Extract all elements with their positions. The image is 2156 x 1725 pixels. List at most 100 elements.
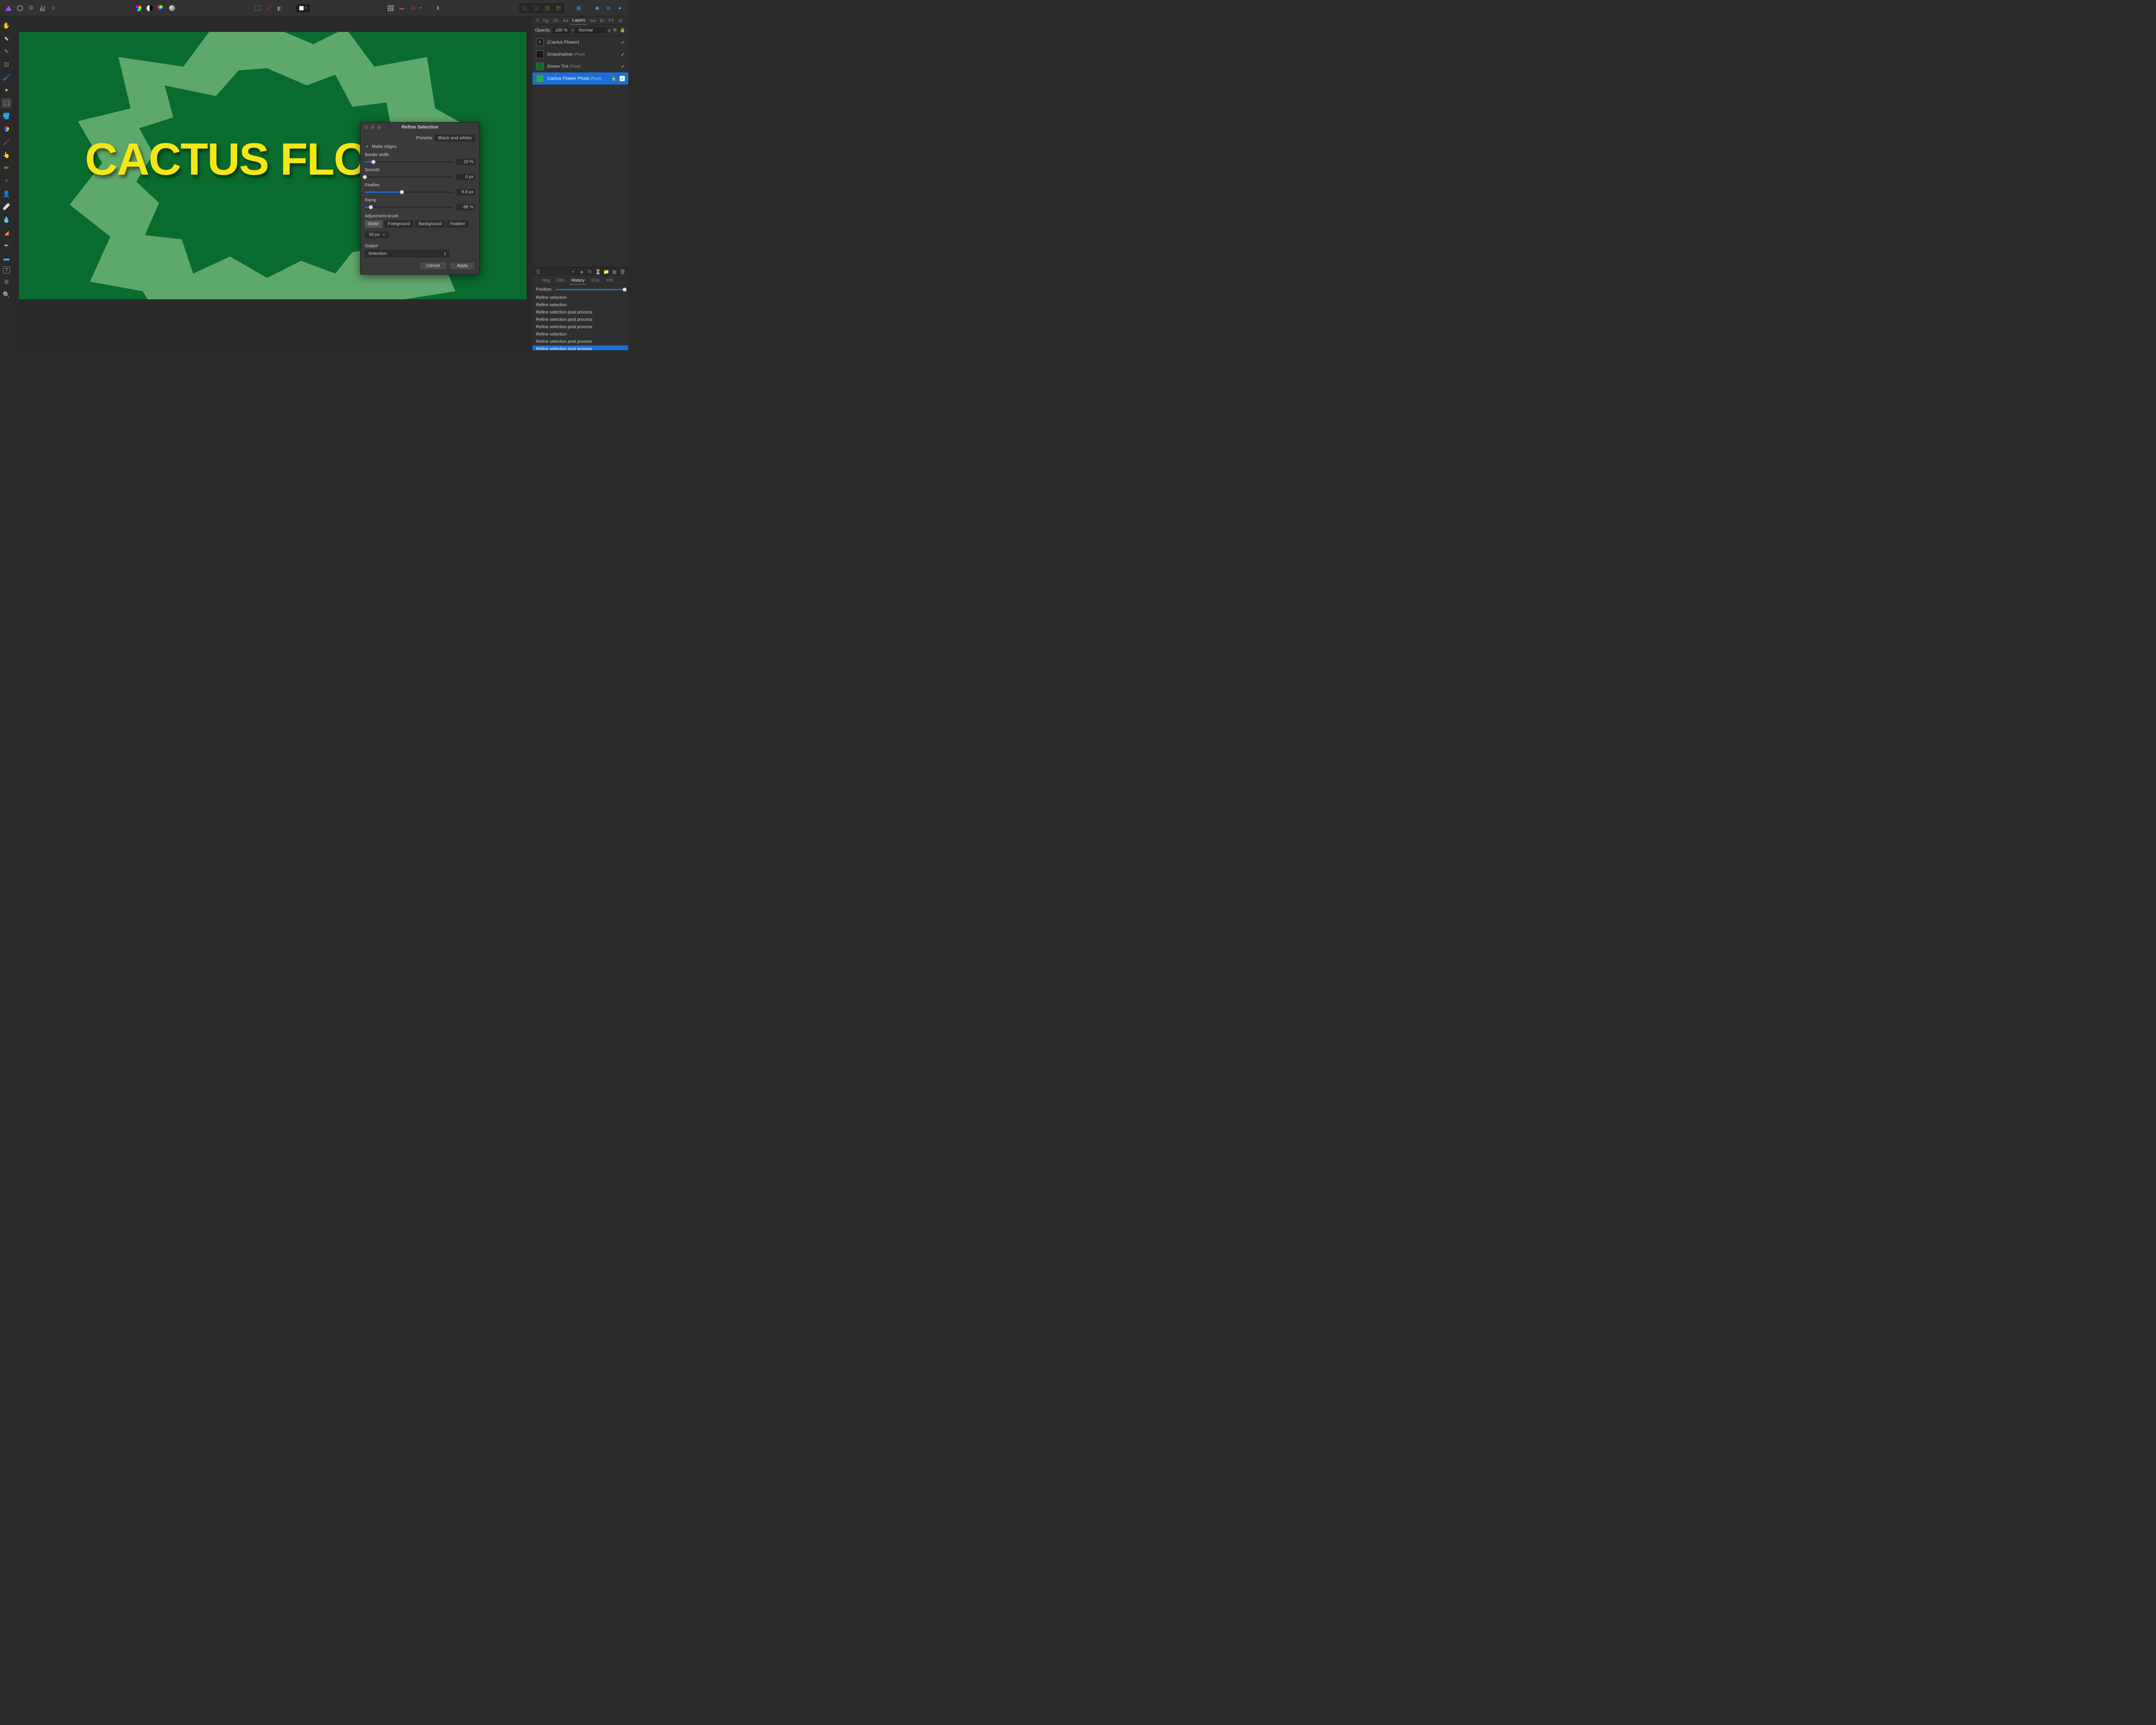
brush-select-tool[interactable]: 🖌 xyxy=(2,72,11,82)
smooth-slider[interactable] xyxy=(365,176,453,178)
marquee-icon[interactable] xyxy=(253,4,262,13)
info-icon[interactable]: ℹ xyxy=(434,4,442,13)
layer-item[interactable]: Cactus Flower Photo (Pixel) 🔒 ✓ xyxy=(533,72,628,85)
tab-nvg[interactable]: Nvg xyxy=(540,277,552,285)
feather-value[interactable]: 9.8 px xyxy=(456,189,475,195)
brush-background-button[interactable]: Background xyxy=(415,220,445,228)
lock-icon[interactable]: 🔒 xyxy=(611,76,616,81)
clone-tool[interactable]: 👤 xyxy=(2,189,11,198)
rectangle-tool[interactable]: ▬ xyxy=(2,254,11,263)
app-logo-icon[interactable] xyxy=(4,4,13,13)
mask-icon[interactable]: ◐ xyxy=(570,269,577,275)
history-item[interactable]: Refine selection post process xyxy=(533,345,628,350)
grid-icon[interactable] xyxy=(386,4,395,13)
history-item[interactable]: Refine selection xyxy=(533,331,628,338)
contrast-icon[interactable] xyxy=(145,4,154,13)
layer-item[interactable]: Dropshadow (Pixel) ✓ xyxy=(533,48,628,60)
tab-ii[interactable]: II xyxy=(534,17,541,25)
opacity-value[interactable]: 100 % xyxy=(553,27,570,34)
align-icon[interactable]: ▤ xyxy=(574,4,583,13)
color-wheel-icon[interactable] xyxy=(134,4,143,13)
arrange-back-icon[interactable]: ◱ xyxy=(520,4,529,13)
heal-tool[interactable]: 🩹 xyxy=(2,202,11,211)
smooth-value[interactable]: 0 px xyxy=(456,174,475,180)
tab-br[interactable]: Br xyxy=(598,17,606,25)
layer-lock-icon[interactable]: 🔒 xyxy=(620,28,626,34)
tab-xfm[interactable]: Xfm xyxy=(555,277,566,285)
magnet-icon[interactable]: ⊃ xyxy=(409,4,417,13)
ramp-value[interactable]: -86 % xyxy=(456,204,475,210)
person-icon[interactable]: ◧ xyxy=(276,4,284,13)
visibility-check-icon[interactable]: ✓ xyxy=(621,52,625,57)
wand-tool[interactable]: ✦ xyxy=(2,85,11,95)
cancel-button[interactable]: Cancel xyxy=(419,262,447,270)
border-width-slider[interactable] xyxy=(365,161,453,163)
folder-icon[interactable]: 📁 xyxy=(603,269,609,275)
preview-select[interactable]: Black and white ▴▾ xyxy=(435,135,475,141)
pencil-tool[interactable]: ✏ xyxy=(2,163,11,172)
history-item[interactable]: Refine selection xyxy=(533,301,628,309)
crop-tool[interactable]: ⊡ xyxy=(2,60,11,69)
ruler-icon[interactable]: ▬ xyxy=(398,4,406,13)
mask-dropdown[interactable]: ▾ xyxy=(296,4,310,13)
brush-feather-button[interactable]: Feather xyxy=(447,220,468,228)
arrange-backward-icon[interactable]: ◲ xyxy=(532,4,540,13)
text-tool[interactable]: T xyxy=(3,267,10,273)
target-icon[interactable] xyxy=(16,4,24,13)
feather-slider[interactable] xyxy=(365,191,453,193)
blur-tool[interactable]: 💧 xyxy=(2,215,11,224)
apply-button[interactable]: Apply xyxy=(450,262,475,270)
fill-tool[interactable]: 🪣 xyxy=(2,111,11,121)
rgb-icon[interactable] xyxy=(157,4,165,13)
tab-info[interactable]: Info xyxy=(605,277,615,285)
layer-settings-icon[interactable]: ⚙ xyxy=(612,28,618,34)
node-tool[interactable]: ✒ xyxy=(2,241,11,250)
eyedropper-tool[interactable]: ⚬ xyxy=(2,176,11,185)
zoom-tool[interactable]: 🔍 xyxy=(2,290,11,299)
brush-size-select[interactable]: 50 px ▾ xyxy=(365,231,389,238)
share-icon[interactable]: ⚲ xyxy=(49,4,58,13)
add-layer-icon[interactable]: ▦ xyxy=(611,269,617,275)
marquee-tool[interactable] xyxy=(2,98,11,108)
position-slider[interactable] xyxy=(555,289,625,290)
border-width-value[interactable]: 10 % xyxy=(456,159,475,165)
move-tool[interactable]: ⬉ xyxy=(2,34,11,43)
visibility-check-icon[interactable]: ✓ xyxy=(621,40,625,45)
dialog-titlebar[interactable]: Refine Selection xyxy=(360,122,479,132)
tab-hg[interactable]: Hg xyxy=(541,17,551,25)
tab-fx[interactable]: FX xyxy=(606,17,616,25)
brush-foreground-button[interactable]: Foreground xyxy=(384,220,414,228)
history-item[interactable]: Refine selection post process xyxy=(533,323,628,331)
boolean-add-icon[interactable]: ◉ xyxy=(593,4,602,13)
tab-sw[interactable]: Sw xyxy=(587,17,598,25)
layers-stack-icon[interactable]: ☰ xyxy=(535,269,541,275)
eraser-tool[interactable]: ◢ xyxy=(2,228,11,237)
adjustment-icon[interactable]: ◈ xyxy=(579,269,585,275)
paint-brush-tool[interactable]: 🖌 xyxy=(2,137,11,147)
layer-item[interactable]: T (Cactus Flower) ✓ xyxy=(533,36,628,48)
deselect-icon[interactable] xyxy=(264,4,273,13)
boolean-subtract-icon[interactable]: ◎ xyxy=(604,4,613,13)
blend-mode-select[interactable]: Normal xyxy=(575,27,607,34)
tab-chn[interactable]: Chn xyxy=(590,277,601,285)
boolean-intersect-icon[interactable]: ● xyxy=(615,4,624,13)
visibility-check-icon[interactable]: ✓ xyxy=(620,76,625,81)
gear-icon[interactable]: ⚙ xyxy=(27,4,35,13)
hand-tool[interactable]: ✋ xyxy=(2,21,11,30)
history-item[interactable]: Refine selection xyxy=(533,294,628,301)
history-item[interactable]: Refine selection post process xyxy=(533,309,628,316)
output-select[interactable]: Selection ▴▾ xyxy=(365,250,449,257)
tab-history[interactable]: History xyxy=(570,277,586,285)
tab-layers[interactable]: Layers xyxy=(570,17,587,25)
sphere-icon[interactable] xyxy=(168,4,176,13)
timer-icon[interactable]: ⏳ xyxy=(595,269,601,275)
history-item[interactable]: Refine selection post process xyxy=(533,338,628,345)
arrange-front-icon[interactable]: ◰ xyxy=(554,4,563,13)
fx-icon[interactable]: fx xyxy=(587,269,593,275)
smudge-tool[interactable]: 👆 xyxy=(2,150,11,160)
levels-icon[interactable] xyxy=(38,4,47,13)
ramp-slider[interactable] xyxy=(365,207,453,208)
arrange-forward-icon[interactable]: ◳ xyxy=(543,4,552,13)
matte-edges-checkbox[interactable]: ✓ Matte edges xyxy=(365,144,475,149)
tab-st[interactable]: St xyxy=(616,17,624,25)
